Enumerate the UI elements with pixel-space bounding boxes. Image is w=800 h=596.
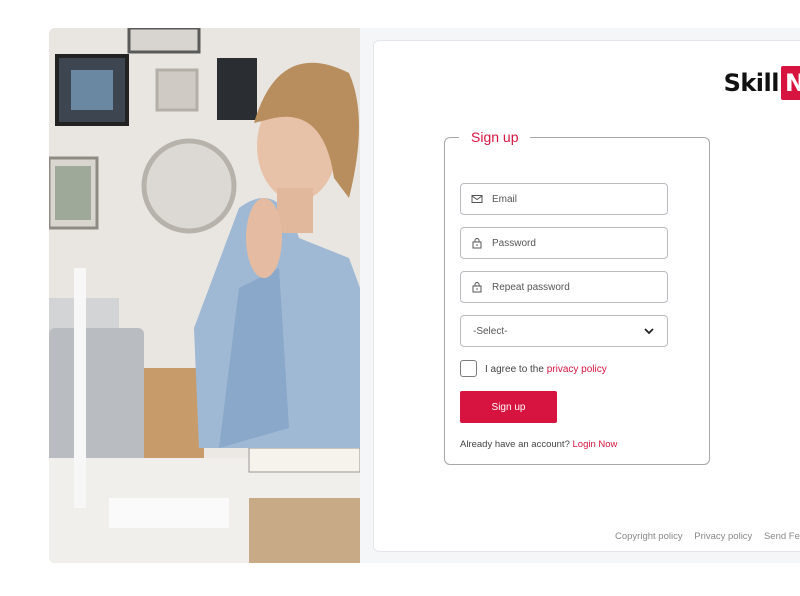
logo-text: Skill [723,69,780,97]
privacy-checkbox[interactable] [460,360,477,377]
logo-badge: Ne [781,66,800,100]
password-field[interactable]: Password [460,227,668,259]
signup-form: Sign up Email Password Repeat password -… [444,129,710,465]
hero-photo [49,28,360,563]
footer-link-feedback[interactable]: Send Feed [764,531,800,542]
brand-logo[interactable]: Skill Ne [724,66,800,100]
agree-text: I agree to the [485,364,544,375]
password-placeholder: Password [492,237,536,249]
have-account-text: Already have an account? [460,439,570,450]
form-title: Sign up [471,129,519,145]
repeat-password-field[interactable]: Repeat password [460,271,668,303]
email-field[interactable]: Email [460,183,668,215]
privacy-policy-link[interactable]: privacy policy [547,364,607,375]
footer-links: Copyright policy Privacy policy Send Fee… [615,531,800,542]
signup-button[interactable]: Sign up [460,391,557,423]
lock-icon [471,281,483,293]
footer-link-copyright[interactable]: Copyright policy [615,531,683,542]
privacy-agreement: I agree to the privacy policy [485,364,607,375]
mail-icon [471,193,483,205]
select-value: -Select- [473,325,508,337]
email-placeholder: Email [492,193,518,205]
signup-card: Skill Ne Sign up Email Password [49,28,800,563]
footer-link-privacy[interactable]: Privacy policy [694,531,752,542]
role-select[interactable]: -Select- [460,315,668,347]
login-now-link[interactable]: Login Now [573,439,618,450]
login-prompt: Already have an account? Login Now [460,439,617,450]
signup-panel: Skill Ne Sign up Email Password [373,40,800,552]
repeat-password-placeholder: Repeat password [492,281,570,293]
chevron-down-icon [643,327,655,335]
lock-icon [471,237,483,249]
